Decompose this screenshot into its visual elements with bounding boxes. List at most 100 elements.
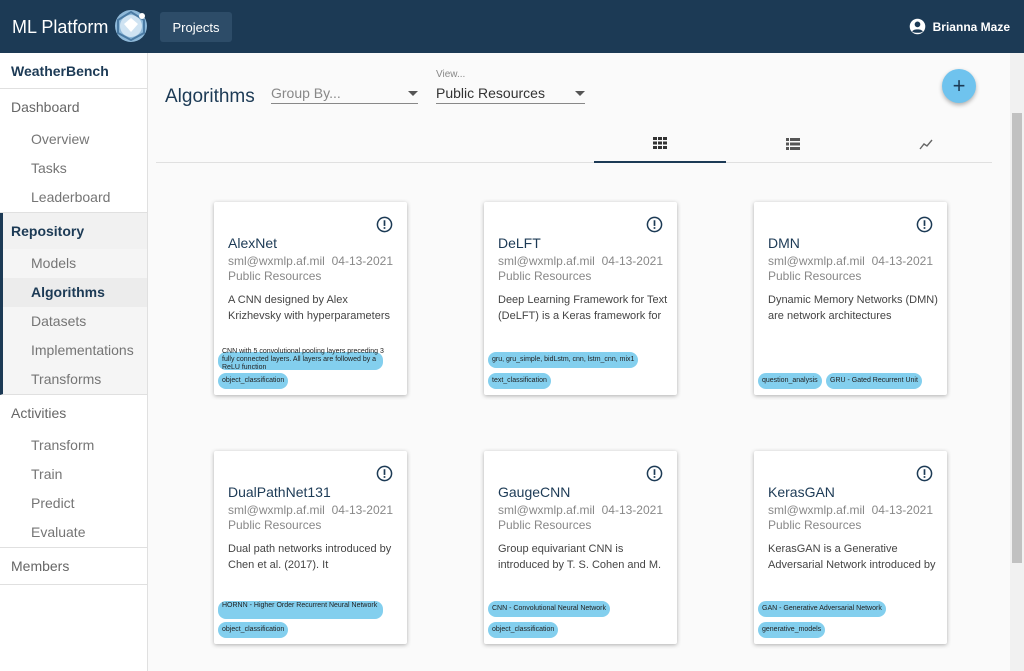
- page-scrollbar[interactable]: [1010, 53, 1024, 671]
- dropdown-arrow-icon: [575, 91, 585, 96]
- card-email: sml@wxmlp.af.mil: [228, 254, 325, 268]
- view-select-label: View...: [436, 69, 466, 80]
- card-name[interactable]: DualPathNet131: [228, 484, 331, 500]
- card-description: Dual path networks introduced by Chen et…: [228, 543, 392, 571]
- brand-title[interactable]: ML Platform: [12, 17, 108, 38]
- scrollbar-thumb[interactable]: [1012, 113, 1022, 563]
- info-icon[interactable]: [646, 465, 663, 482]
- sidebar-item-transform[interactable]: Transform: [0, 431, 147, 460]
- tag[interactable]: gru, gru_simple, bidLstm, cnn, lstm_cnn,…: [488, 352, 639, 368]
- card-date: 04-13-2021: [871, 503, 933, 517]
- algorithm-card-kerasgan[interactable]: KerasGAN sml@wxmlp.af.mil 04-13-2021 Pub…: [754, 451, 947, 644]
- dropdown-arrow-icon: [408, 91, 418, 96]
- card-email: sml@wxmlp.af.mil: [768, 254, 865, 268]
- card-visibility: Public Resources: [228, 269, 322, 283]
- sidebar-section-activities[interactable]: Activities: [0, 395, 147, 431]
- algorithm-card-alexnet[interactable]: AlexNet sml@wxmlp.af.mil 04-13-2021 Publ…: [214, 202, 407, 395]
- list-view-icon: [786, 137, 800, 150]
- tag[interactable]: generative_models: [758, 622, 826, 638]
- sidebar-group-repository: Repository Models Algorithms Datasets Im…: [0, 213, 147, 395]
- view-select[interactable]: Public Resources: [436, 82, 585, 104]
- card-description: Deep Learning Framework for Text (DeLFT)…: [498, 294, 668, 322]
- group-by-placeholder: Group By...: [271, 85, 341, 101]
- card-name[interactable]: KerasGAN: [768, 484, 835, 500]
- tag[interactable]: GRU - Gated Recurrent Unit: [826, 373, 922, 389]
- algorithm-card-dualpathnet131[interactable]: DualPathNet131 sml@wxmlp.af.mil 04-13-20…: [214, 451, 407, 644]
- add-algorithm-button[interactable]: +: [942, 69, 976, 103]
- sidebar-item-datasets[interactable]: Datasets: [3, 307, 147, 336]
- card-description: Group equivariant CNN is introduced by T…: [498, 543, 662, 571]
- sidebar-item-transforms[interactable]: Transforms: [3, 365, 147, 394]
- user-name: Brianna Maze: [932, 19, 1010, 34]
- card-overflow-text: CNN with 5 convolutional pooling layers …: [222, 348, 384, 371]
- view-select-value: Public Resources: [436, 85, 545, 101]
- sidebar-group-dashboard: Dashboard Overview Tasks Leaderboard: [0, 89, 147, 213]
- algorithm-card-gaugecnn[interactable]: GaugeCNN sml@wxmlp.af.mil 04-13-2021 Pub…: [484, 451, 677, 644]
- card-date: 04-13-2021: [601, 254, 663, 268]
- tab-chart-view[interactable]: [860, 124, 992, 163]
- account-circle-icon: [909, 18, 925, 35]
- sidebar-item-leaderboard[interactable]: Leaderboard: [0, 183, 147, 212]
- card-date: 04-13-2021: [331, 254, 393, 268]
- card-date: 04-13-2021: [331, 503, 393, 517]
- card-date: 04-13-2021: [871, 254, 933, 268]
- sidebar-group-activities: Activities Transform Train Predict Evalu…: [0, 395, 147, 548]
- info-icon[interactable]: [376, 465, 393, 482]
- info-icon[interactable]: [916, 216, 933, 233]
- tag[interactable]: object_classification: [218, 622, 289, 638]
- card-description: Dynamic Memory Networks (DMN) are networ…: [768, 294, 938, 322]
- card-visibility: Public Resources: [498, 269, 592, 283]
- card-visibility: Public Resources: [498, 518, 592, 532]
- tab-list-view[interactable]: [727, 124, 859, 163]
- sidebar-item-algorithms[interactable]: Algorithms: [3, 278, 147, 307]
- algorithm-card-dmn[interactable]: DMN sml@wxmlp.af.mil 04-13-2021 Public R…: [754, 202, 947, 395]
- tag[interactable]: CNN - Convolutional Neural Network: [488, 601, 610, 617]
- sidebar-group-members: Members: [0, 548, 147, 585]
- group-by-select[interactable]: Group By...: [271, 82, 418, 104]
- projects-button[interactable]: Projects: [160, 12, 232, 42]
- top-bar: ML Platform Projects Brianna Maze: [0, 0, 1024, 53]
- platform-logo-icon: [115, 10, 147, 42]
- card-email: sml@wxmlp.af.mil: [498, 503, 595, 517]
- sidebar-project-name[interactable]: WeatherBench: [0, 53, 147, 89]
- algorithm-card-delft[interactable]: DeLFT sml@wxmlp.af.mil 04-13-2021 Public…: [484, 202, 677, 395]
- page-title: Algorithms: [165, 86, 255, 107]
- card-description: KerasGAN is a Generative Adversarial Net…: [768, 543, 936, 571]
- sidebar-section-dashboard[interactable]: Dashboard: [0, 89, 147, 125]
- card-visibility: Public Resources: [768, 518, 862, 532]
- info-icon[interactable]: [646, 216, 663, 233]
- sidebar-section-repository[interactable]: Repository: [3, 213, 147, 249]
- tag[interactable]: GAN - Generative Adversarial Network: [758, 601, 886, 617]
- sidebar-item-models[interactable]: Models: [3, 249, 147, 278]
- sidebar: WeatherBench Dashboard Overview Tasks Le…: [0, 53, 148, 671]
- info-icon[interactable]: [916, 465, 933, 482]
- sidebar-item-predict[interactable]: Predict: [0, 489, 147, 518]
- sidebar-item-train[interactable]: Train: [0, 460, 147, 489]
- card-name[interactable]: DMN: [768, 235, 800, 251]
- tag[interactable]: HORNN - Higher Order Recurrent Neural Ne…: [218, 601, 383, 619]
- grid-view-icon: [653, 136, 667, 149]
- tab-grid-view[interactable]: [594, 124, 726, 163]
- card-email: sml@wxmlp.af.mil: [768, 503, 865, 517]
- user-menu[interactable]: Brianna Maze: [909, 18, 1010, 35]
- sidebar-item-tasks[interactable]: Tasks: [0, 154, 147, 183]
- trending-line-icon: [919, 139, 933, 149]
- card-name[interactable]: AlexNet: [228, 235, 277, 251]
- tag[interactable]: object_classification: [488, 622, 559, 638]
- sidebar-item-overview[interactable]: Overview: [0, 125, 147, 154]
- card-email: sml@wxmlp.af.mil: [498, 254, 595, 268]
- sidebar-section-members[interactable]: Members: [0, 548, 147, 584]
- card-name[interactable]: DeLFT: [498, 235, 541, 251]
- info-icon[interactable]: [376, 216, 393, 233]
- view-mode-tabs: [156, 124, 992, 163]
- tag[interactable]: question_analysis: [758, 373, 822, 389]
- card-date: 04-13-2021: [601, 503, 663, 517]
- sidebar-item-evaluate[interactable]: Evaluate: [0, 518, 147, 547]
- card-visibility: Public Resources: [228, 518, 322, 532]
- card-name[interactable]: GaugeCNN: [498, 484, 570, 500]
- sidebar-item-implementations[interactable]: Implementations: [3, 336, 147, 365]
- tag[interactable]: text_classification: [488, 373, 551, 389]
- card-email: sml@wxmlp.af.mil: [228, 503, 325, 517]
- card-description: A CNN designed by Alex Krizhevsky with h…: [228, 294, 391, 322]
- tag[interactable]: object_classification: [218, 373, 289, 389]
